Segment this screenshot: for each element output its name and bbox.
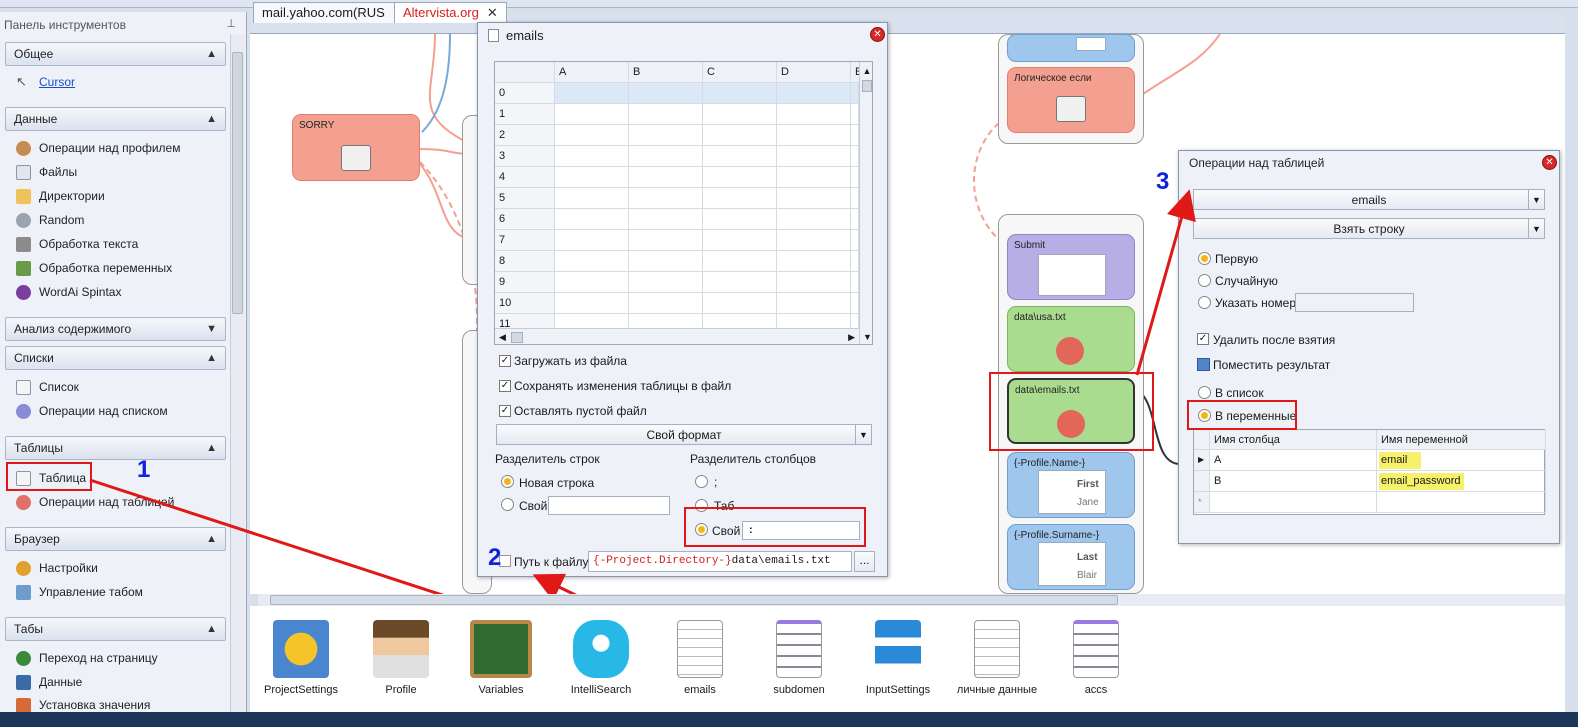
network-icon xyxy=(875,620,921,678)
bottom-item-accs[interactable]: accs xyxy=(1051,620,1141,696)
bottom-item-label: личные данные xyxy=(956,684,1038,696)
bottom-item-project-settings[interactable]: ProjectSettings xyxy=(256,620,346,696)
annotation-1: 1 xyxy=(137,456,151,483)
gears-icon xyxy=(273,620,329,678)
scroll-thumb[interactable] xyxy=(270,595,1118,605)
bottom-item-label: IntelliSearch xyxy=(570,684,632,696)
bottom-item-label: accs xyxy=(1084,684,1108,696)
bottom-item-profile[interactable]: Profile xyxy=(356,620,446,696)
bottom-item-label: Profile xyxy=(385,684,417,696)
monster-icon xyxy=(573,620,629,678)
annotation-3: 3 xyxy=(1156,168,1170,195)
bottom-item-emails[interactable]: emails xyxy=(655,620,745,696)
bottom-item-label: ProjectSettings xyxy=(264,684,338,696)
highlight-table-item xyxy=(6,462,92,491)
list-file-icon xyxy=(776,620,822,678)
profile-icon xyxy=(373,620,429,678)
chalkboard-icon xyxy=(470,620,532,678)
bottom-item-personal-data[interactable]: личные данные xyxy=(952,620,1042,696)
canvas-hscroll[interactable] xyxy=(258,594,1565,606)
bottom-item-subdomen[interactable]: subdomen xyxy=(754,620,844,696)
bottom-item-variables[interactable]: Variables xyxy=(456,620,546,696)
bottom-item-label: emails xyxy=(684,684,716,696)
bottom-item-label: subdomen xyxy=(773,684,825,696)
table-file-icon xyxy=(974,620,1020,678)
annotation-2: 2 xyxy=(488,544,502,571)
table-file-icon xyxy=(677,620,723,678)
bottom-item-label: Variables xyxy=(478,684,524,696)
bottom-item-input-settings[interactable]: InputSettings xyxy=(853,620,943,696)
windows-taskbar xyxy=(0,712,1578,727)
bottom-item-label: InputSettings xyxy=(865,684,931,696)
list-file-icon xyxy=(1073,620,1119,678)
bottom-item-intellisearch[interactable]: IntelliSearch xyxy=(556,620,646,696)
